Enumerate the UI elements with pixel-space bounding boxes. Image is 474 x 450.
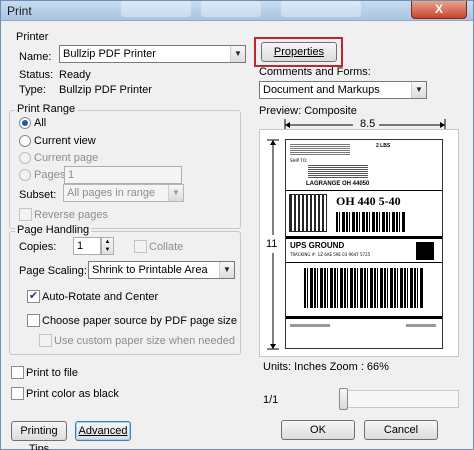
copies-spinner[interactable]: ▲ ▼ xyxy=(101,237,114,255)
all-radio[interactable] xyxy=(19,117,31,129)
tracking-barcode xyxy=(304,268,424,308)
advanced-label: Advanced xyxy=(78,425,128,437)
divider xyxy=(286,262,442,263)
ship-to-text: SHIP TO: xyxy=(290,158,308,163)
title-blur xyxy=(281,1,361,17)
print-to-file-label: Print to file xyxy=(26,367,78,379)
chevron-down-icon: ▼ xyxy=(411,82,426,98)
service-text: UPS GROUND xyxy=(290,241,345,250)
printer-name-label: Name: xyxy=(19,51,52,63)
footer-text-block xyxy=(406,324,436,327)
current-page-label: Current page xyxy=(34,152,99,164)
divider xyxy=(286,236,442,239)
advanced-button[interactable]: Advanced xyxy=(75,421,131,441)
chevron-down-icon: ▼ xyxy=(168,185,183,201)
ok-button[interactable]: OK xyxy=(281,420,355,440)
copies-input[interactable]: 1 xyxy=(73,237,101,255)
page-slider-track[interactable] xyxy=(339,390,459,408)
service-icon xyxy=(416,242,434,260)
reference-text-block xyxy=(290,324,330,327)
subset-value: All pages in range xyxy=(67,187,156,199)
subset-label: Subset: xyxy=(19,189,57,201)
page-scaling-value: Shrink to Printable Area xyxy=(92,264,208,276)
shipping-label-preview: 2 LBS SHIP TO: LAGRANGE OH 44050 OH 440 … xyxy=(285,139,443,349)
print-to-file-checkbox[interactable] xyxy=(11,366,24,379)
pages-input[interactable]: 1 xyxy=(64,166,182,184)
tracking-text: TRACKING #: 1Z 6AE 59E 03 9647 5725 xyxy=(290,252,371,257)
page-counter: 1/1 xyxy=(263,394,279,406)
collate-checkbox[interactable] xyxy=(134,240,147,253)
printing-tips-label: Printing Tips xyxy=(20,425,58,450)
close-button[interactable]: X xyxy=(411,1,467,19)
printing-tips-button[interactable]: Printing Tips xyxy=(11,421,67,450)
printer-select[interactable]: Bullzip PDF Printer ▼ xyxy=(59,45,246,63)
comments-forms-value: Document and Markups xyxy=(263,84,380,96)
copies-label: Copies: xyxy=(19,241,57,253)
comments-forms-select[interactable]: Document and Markups ▼ xyxy=(259,81,427,99)
reverse-pages-label: Reverse pages xyxy=(34,209,108,221)
print-range-label: Print Range xyxy=(15,103,78,115)
title-blur xyxy=(201,1,261,17)
reverse-pages-checkbox[interactable] xyxy=(19,208,32,221)
status-label: Status: xyxy=(19,69,54,81)
auto-rotate-label: Auto-Rotate and Center xyxy=(42,291,159,303)
pages-label: Pages xyxy=(34,169,66,181)
chevron-down-icon: ▼ xyxy=(219,262,234,278)
ok-label: OK xyxy=(310,424,326,436)
preview-label: Preview: Composite xyxy=(259,105,357,117)
city-text: LAGRANGE OH 44050 xyxy=(306,181,370,187)
page-scaling-label: Page Scaling: xyxy=(19,265,87,277)
comments-forms-label: Comments and Forms: xyxy=(259,66,371,78)
page-slider-thumb[interactable] xyxy=(339,388,348,410)
collate-label: Collate xyxy=(149,241,184,253)
route-code: OH 440 5-40 xyxy=(336,194,401,208)
page-handling-label: Page Handling xyxy=(15,224,92,236)
pages-radio[interactable] xyxy=(19,169,31,181)
weight-text: 2 LBS xyxy=(376,143,391,149)
current-page-radio[interactable] xyxy=(19,152,31,164)
print-color-black-checkbox[interactable] xyxy=(11,387,24,400)
cancel-button[interactable]: Cancel xyxy=(364,420,438,440)
type-label: Type: xyxy=(19,84,46,96)
highlight-annotation xyxy=(254,37,343,67)
printer-select-value: Bullzip PDF Printer xyxy=(63,48,156,60)
choose-paper-checkbox[interactable] xyxy=(27,314,40,327)
height-value: 11 xyxy=(266,238,278,250)
divider xyxy=(286,316,442,319)
status-value: Ready xyxy=(59,69,91,81)
title-bar: Print X xyxy=(1,1,473,21)
subset-select[interactable]: All pages in range ▼ xyxy=(63,184,184,202)
cancel-label: Cancel xyxy=(383,424,419,436)
route-barcode xyxy=(336,212,406,232)
all-label: All xyxy=(34,117,47,129)
title-blur xyxy=(121,1,191,17)
maxicode-icon xyxy=(289,194,327,232)
page-scaling-select[interactable]: Shrink to Printable Area ▼ xyxy=(88,261,235,279)
window-title: Print xyxy=(7,4,32,18)
print-dialog: Print X Printer Name: Bullzip PDF Printe… xyxy=(0,0,474,450)
auto-rotate-checkbox[interactable]: ✔ xyxy=(27,290,40,303)
custom-paper-checkbox[interactable] xyxy=(39,334,52,347)
chevron-down-icon: ▼ xyxy=(230,46,245,62)
divider xyxy=(286,190,442,191)
units-zoom-label: Units: Inches Zoom : 66% xyxy=(263,361,389,373)
choose-paper-label: Choose paper source by PDF page size xyxy=(42,315,238,327)
custom-paper-label: Use custom paper size when needed xyxy=(54,335,235,347)
current-view-label: Current view xyxy=(34,135,96,147)
sender-text-block xyxy=(290,143,350,155)
print-color-black-label: Print color as black xyxy=(26,388,119,400)
type-value: Bullzip PDF Printer xyxy=(59,84,152,96)
printer-group-label: Printer xyxy=(16,31,49,43)
address-text-block xyxy=(308,164,368,178)
current-view-radio[interactable] xyxy=(19,135,31,147)
